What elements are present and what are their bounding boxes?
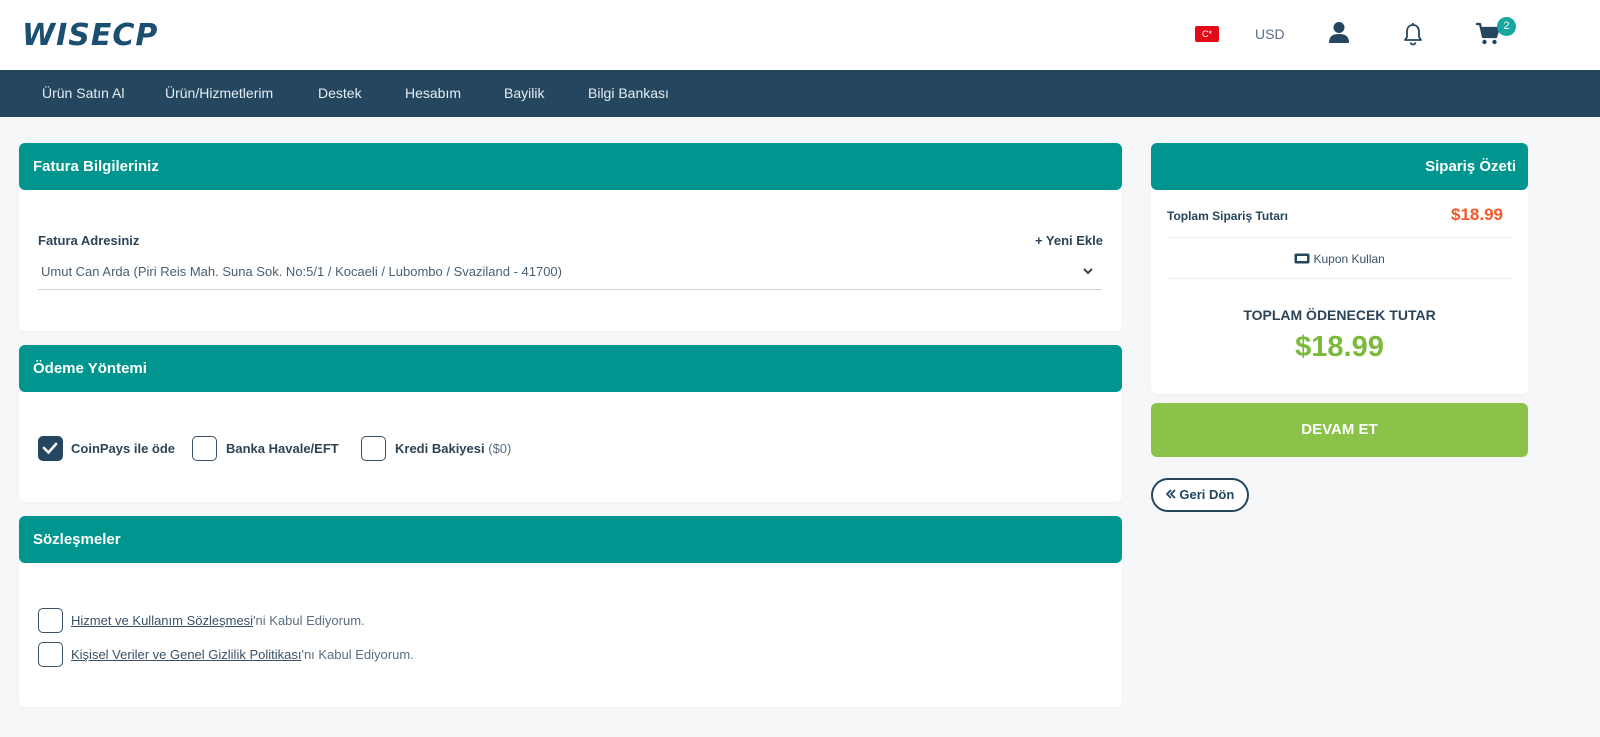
address-label: Fatura Adresiniz bbox=[38, 233, 140, 248]
language-flag[interactable]: C* bbox=[1195, 26, 1219, 42]
chevron-down-icon bbox=[1083, 268, 1093, 275]
coupon-link[interactable]: Kupon Kullan bbox=[1151, 252, 1528, 266]
terms-checkbox[interactable] bbox=[38, 608, 63, 633]
agreements-card: Sözleşmeler Hizmet ve Kullanım Sözleşmes… bbox=[19, 516, 1122, 707]
payment-card-title: Ödeme Yöntemi bbox=[19, 345, 1122, 392]
coinpays-checkbox[interactable] bbox=[38, 436, 63, 461]
terms-link[interactable]: Hizmet ve Kullanım Sözleşmesi bbox=[71, 613, 253, 628]
nav-item-services[interactable]: Ürün/Hizmetlerim bbox=[165, 85, 273, 101]
divider bbox=[1167, 237, 1512, 238]
double-chevron-left-icon bbox=[1165, 489, 1176, 499]
address-select-value: Umut Can Arda (Piri Reis Mah. Suna Sok. … bbox=[41, 264, 562, 279]
terms-label: Hizmet ve Kullanım Sözleşmesi'ni Kabul E… bbox=[71, 613, 365, 628]
nav-item-buy[interactable]: Ürün Satın Al bbox=[42, 85, 125, 101]
coinpays-label[interactable]: CoinPays ile öde bbox=[71, 441, 175, 456]
ticket-icon bbox=[1294, 253, 1310, 264]
invoice-card-title: Fatura Bilgileriniz bbox=[19, 143, 1122, 190]
address-select[interactable]: Umut Can Arda (Piri Reis Mah. Suna Sok. … bbox=[38, 258, 1101, 290]
payable-label: TOPLAM ÖDENECEK TUTAR bbox=[1243, 307, 1436, 323]
check-icon bbox=[42, 442, 58, 455]
order-summary-title: Sipariş Özeti bbox=[1151, 143, 1528, 190]
main-nav: Ürün Satın Al Ürün/Hizmetlerim Destek He… bbox=[0, 70, 1600, 117]
nav-item-account[interactable]: Hesabım bbox=[405, 85, 461, 101]
credit-balance-label[interactable]: Kredi Bakiyesi ($0) bbox=[395, 441, 511, 456]
user-icon[interactable] bbox=[1328, 21, 1350, 45]
currency-selector[interactable]: USD bbox=[1255, 26, 1285, 42]
agreements-card-title: Sözleşmeler bbox=[19, 516, 1122, 563]
credit-balance-checkbox[interactable] bbox=[361, 436, 386, 461]
invoice-card: Fatura Bilgileriniz Fatura Adresiniz + Y… bbox=[19, 143, 1122, 331]
order-summary-card: Sipariş Özeti Toplam Sipariş Tutarı $18.… bbox=[1151, 143, 1528, 394]
payment-card: Ödeme Yöntemi CoinPays ile öde Banka Hav… bbox=[19, 345, 1122, 502]
nav-item-knowledgebase[interactable]: Bilgi Bankası bbox=[588, 85, 669, 101]
payable-value: $18.99 bbox=[1295, 331, 1384, 363]
bank-transfer-checkbox[interactable] bbox=[192, 436, 217, 461]
order-total-label: Toplam Sipariş Tutarı bbox=[1167, 209, 1288, 223]
bank-transfer-label[interactable]: Banka Havale/EFT bbox=[226, 441, 339, 456]
nav-item-reseller[interactable]: Bayilik bbox=[504, 85, 544, 101]
brand-logo[interactable]: WISECP bbox=[22, 18, 158, 53]
cart-count-badge: 2 bbox=[1497, 17, 1516, 36]
continue-button[interactable]: DEVAM ET bbox=[1151, 403, 1528, 457]
credit-balance-amount: ($0) bbox=[488, 441, 512, 456]
bell-icon[interactable] bbox=[1402, 22, 1424, 46]
privacy-link[interactable]: Kişisel Veriler ve Genel Gizlilik Politi… bbox=[71, 647, 301, 662]
order-total-value: $18.99 bbox=[1451, 205, 1503, 224]
nav-item-support[interactable]: Destek bbox=[318, 85, 362, 101]
back-button[interactable]: Geri Dön bbox=[1151, 478, 1249, 512]
add-address-link[interactable]: + Yeni Ekle bbox=[1035, 233, 1103, 248]
privacy-checkbox[interactable] bbox=[38, 642, 63, 667]
divider bbox=[1167, 278, 1512, 279]
top-header: WISECP C* USD 2 bbox=[0, 0, 1600, 70]
privacy-label: Kişisel Veriler ve Genel Gizlilik Politi… bbox=[71, 647, 414, 662]
